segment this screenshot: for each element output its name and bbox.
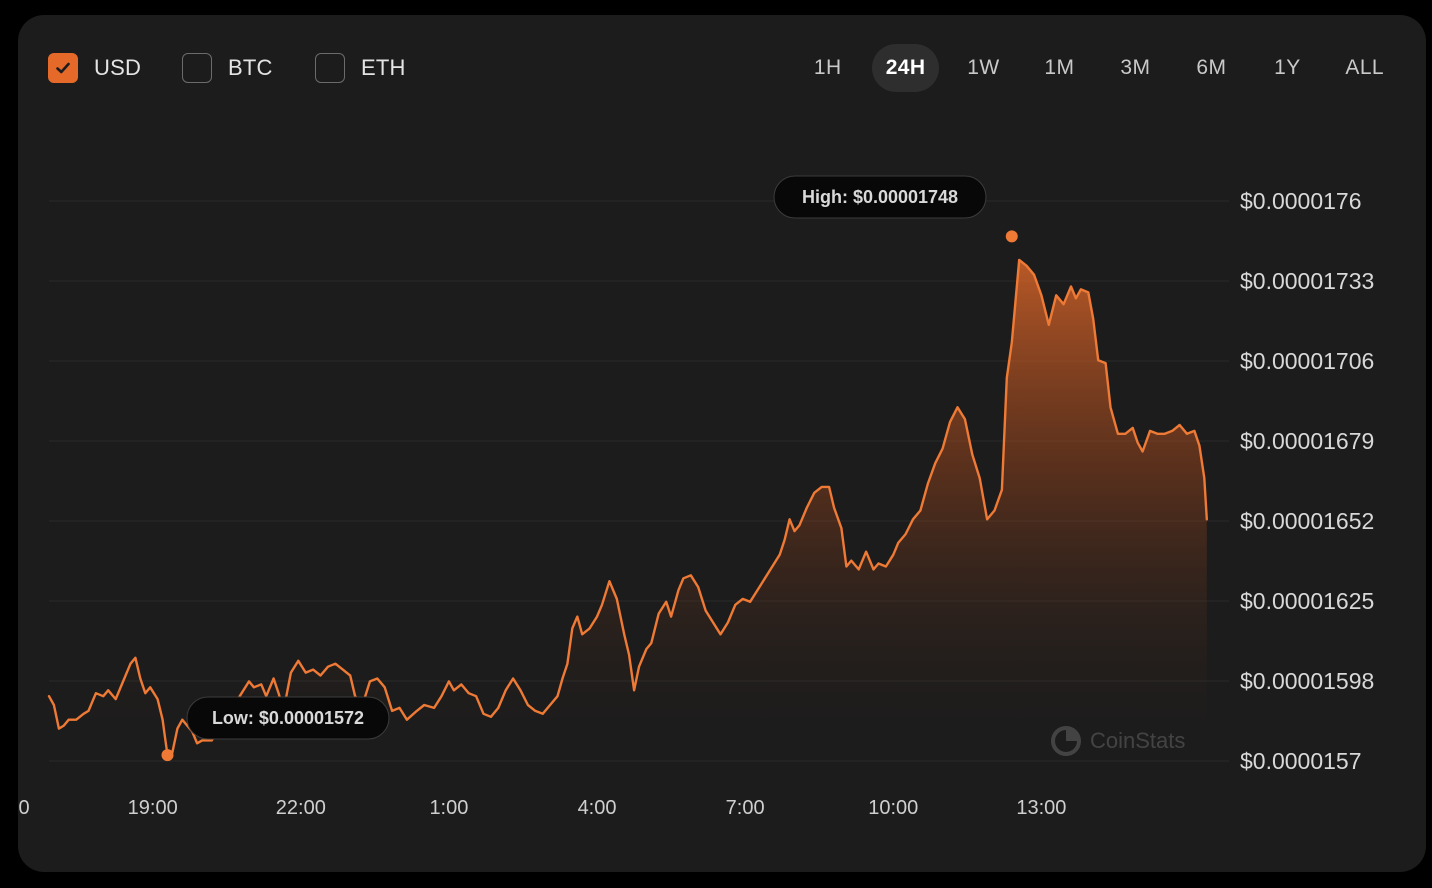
x-tick-label: 13:00: [1016, 797, 1066, 819]
x-tick-label: 19:00: [128, 797, 178, 819]
x-tick-label: 7:00: [726, 797, 765, 819]
y-tick-label: $0.0000157: [1240, 748, 1362, 774]
y-tick-label: $0.00001733: [1240, 268, 1374, 294]
y-axis: $0.0000176 $0.00001733 $0.00001706 $0.00001…: [1240, 188, 1374, 774]
high-label: High: $0.00001748: [802, 187, 958, 207]
y-tick-label: $0.00001625: [1240, 588, 1374, 614]
watermark-text: CoinStats: [1090, 728, 1186, 753]
x-tick-label: 4:00: [578, 797, 617, 819]
x-tick-label: 22:00: [276, 797, 326, 819]
y-tick-label: $0.00001706: [1240, 348, 1374, 374]
x-tick-label: 16:00: [18, 797, 30, 819]
low-label: Low: $0.00001572: [212, 708, 364, 728]
coinstats-logo-icon: [1051, 726, 1081, 756]
price-area: [49, 259, 1207, 761]
price-chart-card: USD BTC ETH 1H 24H 1W 1M 3M 6M 1Y ALL $0.0000176 $…: [18, 15, 1426, 872]
y-tick-label: $0.00001598: [1240, 668, 1374, 694]
high-point[interactable]: [1005, 230, 1018, 243]
x-tick-label: 1:00: [429, 797, 468, 819]
y-tick-label: $0.0000176: [1240, 188, 1362, 214]
price-chart[interactable]: $0.0000176 $0.00001733 $0.00001706 $0.00001…: [18, 15, 1426, 872]
watermark: CoinStats: [1050, 725, 1185, 757]
y-tick-label: $0.00001679: [1240, 428, 1374, 454]
x-axis: 19:00 22:00 1:00 4:00 7:00 10:00 13:00 16:00: [18, 797, 1066, 819]
low-point[interactable]: [161, 749, 174, 762]
x-tick-label: 10:00: [868, 797, 918, 819]
y-tick-label: $0.00001652: [1240, 508, 1374, 534]
